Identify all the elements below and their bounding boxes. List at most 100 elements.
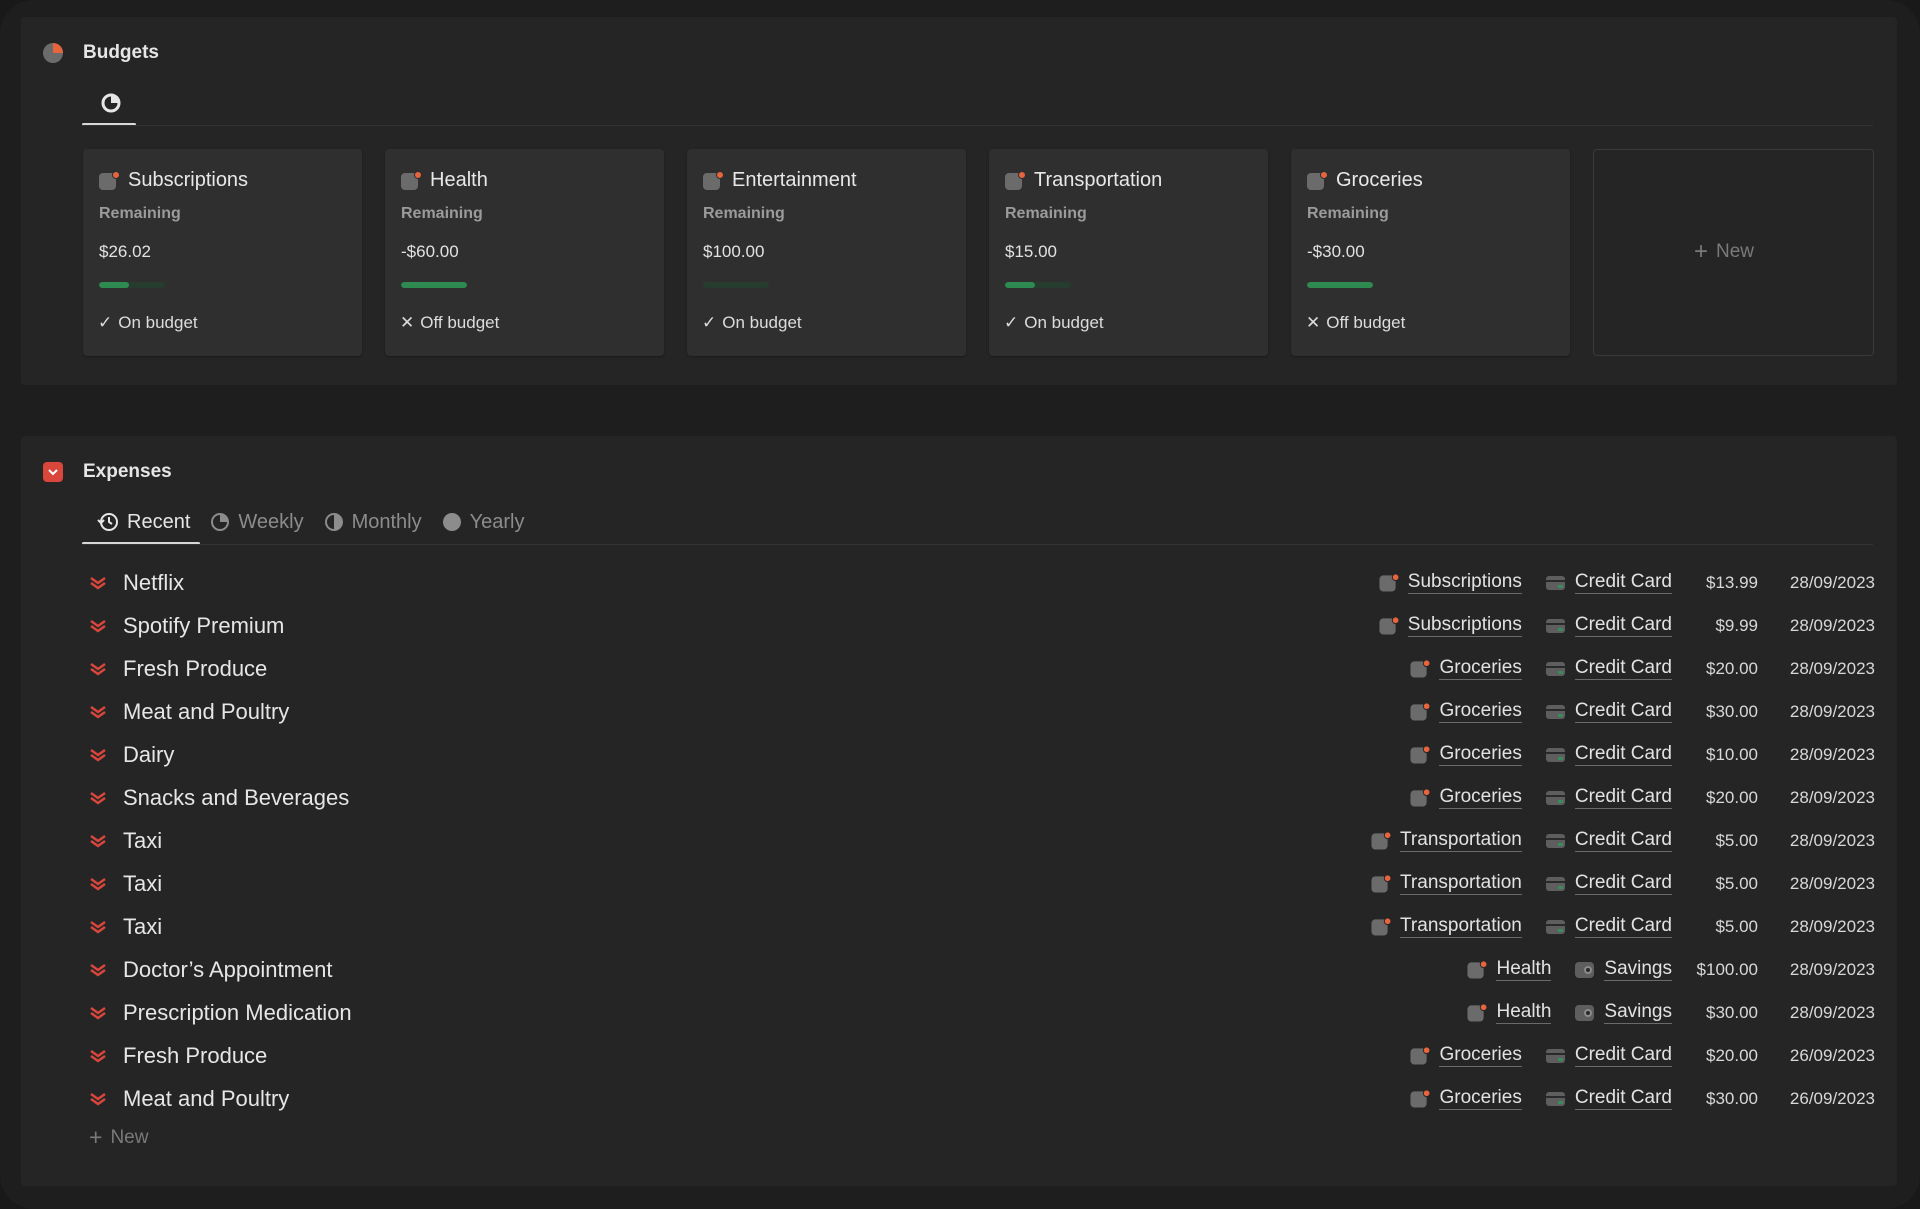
remaining-value: $26.02 xyxy=(99,242,151,261)
budget-icon xyxy=(1371,831,1392,850)
tab-monthly[interactable]: Monthly xyxy=(314,504,432,540)
credit-card-icon xyxy=(1545,661,1565,676)
table-row[interactable]: Netflix Subscriptions Credit Card $13.99 28/… xyxy=(85,561,1885,604)
tab-weekly[interactable]: Weekly xyxy=(200,504,313,540)
table-row[interactable]: Spotify Premium Subscriptions Credit Card $… xyxy=(85,604,1885,647)
category-link[interactable]: Groceries xyxy=(1410,1044,1522,1067)
amount: $9.99 xyxy=(1715,615,1758,635)
account-link[interactable]: Credit Card xyxy=(1545,915,1672,938)
expense-name[interactable]: Snacks and Beverages xyxy=(123,785,349,811)
expense-name[interactable]: Meat and Poultry xyxy=(123,1086,289,1112)
account-link[interactable]: Credit Card xyxy=(1545,786,1672,809)
date: 28/09/2023 xyxy=(1789,572,1875,592)
table-row[interactable]: Taxi Transportation Credit Card $5.00 28/09/… xyxy=(85,905,1885,948)
account-link[interactable]: Credit Card xyxy=(1545,571,1672,594)
expense-chevron-icon xyxy=(90,963,106,977)
tabs-divider xyxy=(82,125,1873,126)
expense-name[interactable]: Fresh Produce xyxy=(123,1043,267,1069)
tab-label: Monthly xyxy=(351,510,422,533)
expense-checkbox-icon xyxy=(41,460,65,484)
x-icon: ✕ xyxy=(400,313,415,332)
refresh-chart-icon xyxy=(101,93,121,113)
expense-name[interactable]: Taxi xyxy=(123,828,162,854)
category-link[interactable]: Health xyxy=(1467,958,1552,981)
account-link[interactable]: Credit Card xyxy=(1545,657,1672,680)
budget-card[interactable]: Transportation Remaining $15.00 ✓ On bud… xyxy=(989,149,1268,356)
expense-chevron-icon xyxy=(90,834,106,848)
table-row[interactable]: Prescription Medication Health Savings $30.… xyxy=(85,991,1885,1034)
category-link[interactable]: Groceries xyxy=(1410,743,1522,766)
table-row[interactable]: Doctor’s Appointment Health Savings $100.00… xyxy=(85,948,1885,991)
tab-chart-view[interactable] xyxy=(95,87,127,119)
date: 28/09/2023 xyxy=(1789,615,1875,635)
expense-name[interactable]: Taxi xyxy=(123,914,162,940)
new-budget-button[interactable]: + New xyxy=(1593,149,1874,356)
category-label: Groceries xyxy=(1439,657,1522,680)
expense-chevron-icon xyxy=(90,619,106,633)
budget-icon xyxy=(401,171,422,190)
account-link[interactable]: Credit Card xyxy=(1545,614,1672,637)
category-link[interactable]: Transportation xyxy=(1371,829,1522,852)
expense-name[interactable]: Doctor’s Appointment xyxy=(123,957,333,983)
category-link[interactable]: Subscriptions xyxy=(1379,614,1522,637)
category-link[interactable]: Groceries xyxy=(1410,1087,1522,1110)
table-row[interactable]: Snacks and Beverages Groceries Credit Card… xyxy=(85,776,1885,819)
budget-icon xyxy=(1467,960,1488,979)
category-link[interactable]: Groceries xyxy=(1410,657,1522,680)
expense-name[interactable]: Spotify Premium xyxy=(123,613,284,639)
account-link[interactable]: Credit Card xyxy=(1545,743,1672,766)
expense-name[interactable]: Fresh Produce xyxy=(123,656,267,682)
category-link[interactable]: Health xyxy=(1467,1001,1552,1024)
account-link[interactable]: Credit Card xyxy=(1545,872,1672,895)
budget-card[interactable]: Subscriptions Remaining $26.02 ✓ On budg… xyxy=(83,149,362,356)
budget-card[interactable]: Groceries Remaining -$30.00 ✕ Off budget xyxy=(1291,149,1570,356)
budget-icon xyxy=(1410,702,1431,721)
table-row[interactable]: Dairy Groceries Credit Card $10.00 28/09/202… xyxy=(85,733,1885,776)
check-icon: ✓ xyxy=(98,313,113,332)
category-link[interactable]: Transportation xyxy=(1371,872,1522,895)
expense-name[interactable]: Prescription Medication xyxy=(123,1000,352,1026)
account-label: Credit Card xyxy=(1574,786,1672,809)
category-link[interactable]: Groceries xyxy=(1410,700,1522,723)
table-row[interactable]: Fresh Produce Groceries Credit Card $20.00 2… xyxy=(85,647,1885,690)
expense-properties: Groceries Credit Card $20.00 28/09/2023 xyxy=(1410,647,1875,690)
budget-card[interactable]: Health Remaining -$60.00 ✕ Off budget xyxy=(385,149,664,356)
account-link[interactable]: Credit Card xyxy=(1545,700,1672,723)
budget-card-title: Health xyxy=(401,169,488,192)
plus-icon: + xyxy=(89,1124,103,1150)
account-link[interactable]: Credit Card xyxy=(1545,1044,1672,1067)
status-badge: ✕ Off budget xyxy=(1306,313,1405,333)
table-row[interactable]: Meat and Poultry Groceries Credit Card $30.… xyxy=(85,690,1885,733)
table-row[interactable]: Taxi Transportation Credit Card $5.00 28/09/… xyxy=(85,862,1885,905)
account-link[interactable]: Credit Card xyxy=(1545,829,1672,852)
expense-name[interactable]: Meat and Poultry xyxy=(123,699,289,725)
status-badge: ✓ On budget xyxy=(702,313,802,333)
amount: $5.00 xyxy=(1715,830,1758,850)
tab-yearly[interactable]: Yearly xyxy=(432,504,535,540)
status-text: Off budget xyxy=(420,313,500,332)
category-link[interactable]: Transportation xyxy=(1371,915,1522,938)
budget-card[interactable]: Entertainment Remaining $100.00 ✓ On bud… xyxy=(687,149,966,356)
account-label: Credit Card xyxy=(1574,700,1672,723)
expense-name[interactable]: Netflix xyxy=(123,570,184,596)
category-link[interactable]: Subscriptions xyxy=(1379,571,1522,594)
category-link[interactable]: Groceries xyxy=(1410,786,1522,809)
expense-chevron-icon xyxy=(90,791,106,805)
date: 28/09/2023 xyxy=(1789,873,1875,893)
table-row[interactable]: Fresh Produce Groceries Credit Card $20.00 2… xyxy=(85,1034,1885,1077)
expense-name[interactable]: Taxi xyxy=(123,871,162,897)
remaining-value: -$60.00 xyxy=(401,242,459,261)
category-label: Groceries xyxy=(1439,700,1522,723)
expense-properties: Groceries Credit Card $20.00 26/09/2023 xyxy=(1410,1034,1875,1077)
new-expense-button[interactable]: + New xyxy=(89,1126,148,1149)
account-link[interactable]: Savings xyxy=(1575,1001,1672,1024)
account-link[interactable]: Savings xyxy=(1575,958,1672,981)
tab-recent[interactable]: Recent xyxy=(87,504,200,540)
budget-progress-bar xyxy=(1307,282,1373,288)
history-icon xyxy=(97,513,118,531)
table-row[interactable]: Taxi Transportation Credit Card $5.00 28/09/… xyxy=(85,819,1885,862)
expense-name[interactable]: Dairy xyxy=(123,742,174,768)
account-link[interactable]: Credit Card xyxy=(1545,1087,1672,1110)
table-row[interactable]: Meat and Poultry Groceries Credit Card $30.… xyxy=(85,1077,1885,1120)
expense-properties: Groceries Credit Card $10.00 28/09/2023 xyxy=(1410,733,1875,776)
